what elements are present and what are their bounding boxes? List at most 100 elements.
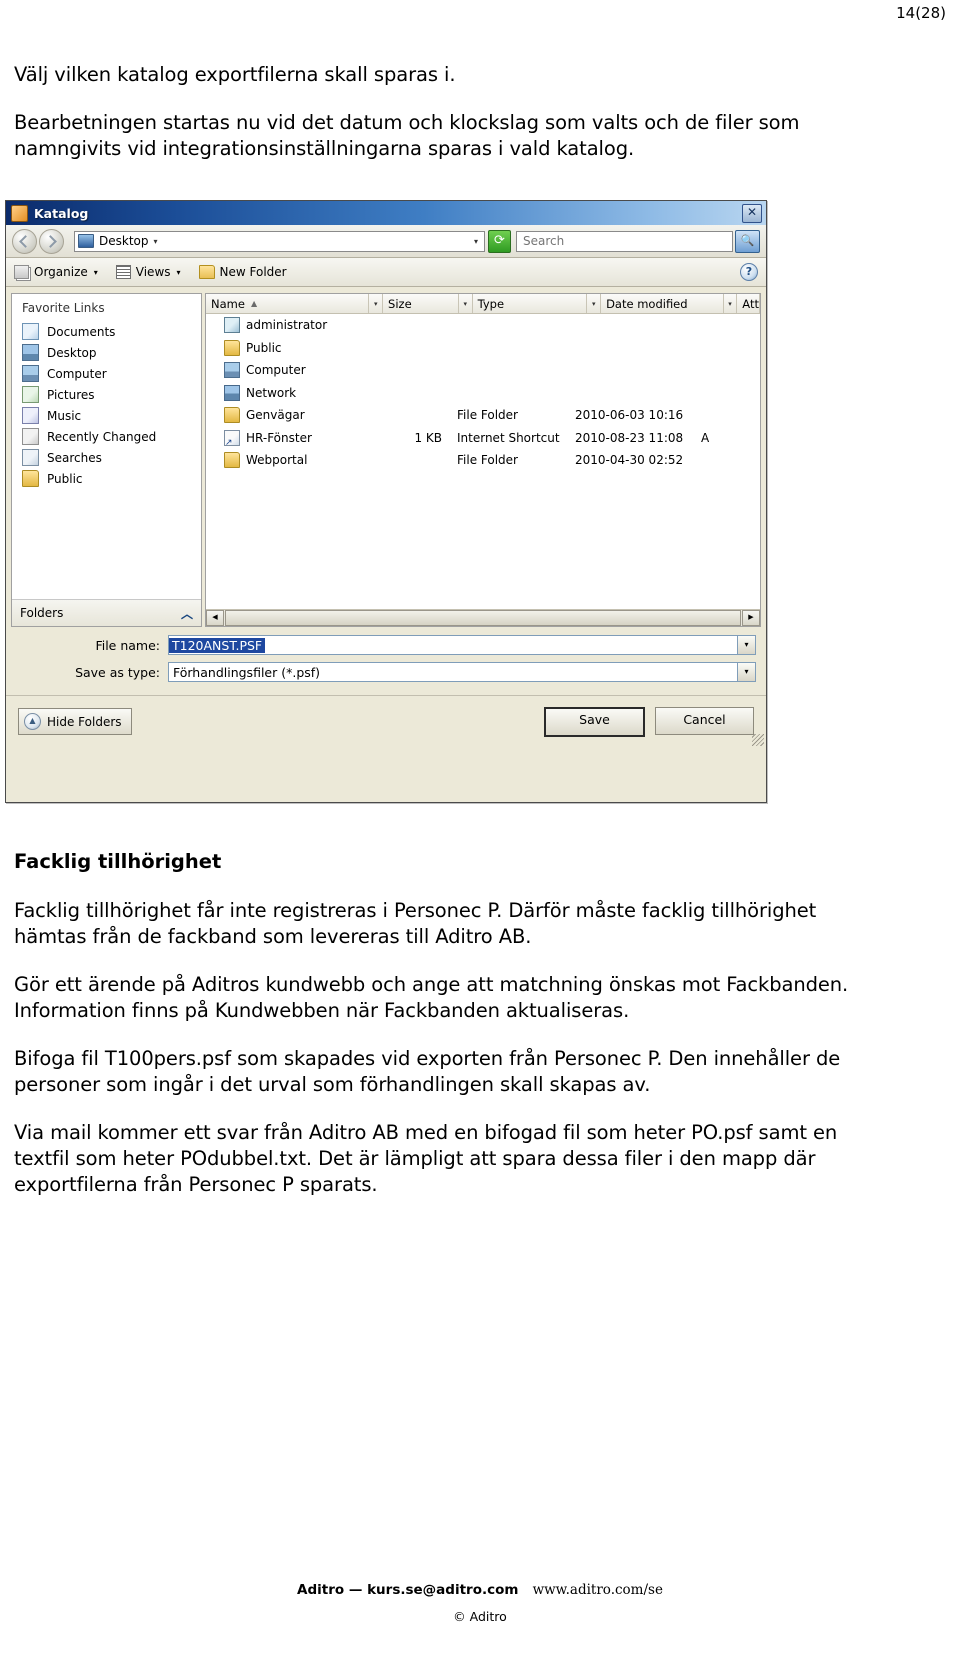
- table-row[interactable]: Network: [206, 382, 760, 405]
- search-folder-icon: [22, 449, 39, 466]
- resize-grip[interactable]: [752, 734, 764, 746]
- pictures-icon: [22, 386, 39, 403]
- file-type: Internet Shortcut: [457, 430, 560, 445]
- organize-button[interactable]: Organize ▾: [14, 265, 98, 279]
- column-header-type[interactable]: Type: [473, 294, 588, 313]
- file-name-input[interactable]: T120ANST.PSF: [168, 635, 738, 655]
- new-folder-button[interactable]: New Folder: [198, 265, 287, 279]
- favorites-title: Favorite Links: [22, 301, 105, 315]
- save-as-type-select[interactable]: Förhandlingsfiler (*.psf): [168, 662, 738, 682]
- column-header-size[interactable]: Size: [383, 294, 459, 313]
- new-folder-label: New Folder: [219, 265, 287, 279]
- file-date: 2010-06-03 10:16: [575, 408, 684, 423]
- views-button[interactable]: Views ▾: [115, 265, 181, 279]
- column-label: Att: [742, 296, 759, 311]
- chevron-down-icon[interactable]: ▾: [154, 237, 158, 246]
- sort-ascending-icon: ▲: [250, 299, 258, 308]
- table-row[interactable]: Genvägar File Folder 2010-06-03 10:16: [206, 404, 760, 427]
- footer-company: Aditro: [297, 1582, 345, 1598]
- folder-icon: [22, 470, 39, 487]
- column-header-name[interactable]: Name ▲: [206, 294, 370, 313]
- page-number: 14(28): [896, 4, 946, 22]
- back-button[interactable]: [12, 228, 37, 254]
- column-label: Date modified: [606, 296, 688, 311]
- column-filter-date-icon[interactable]: ▾: [723, 294, 738, 313]
- horizontal-scrollbar[interactable]: ◀ ▶: [206, 609, 760, 626]
- cancel-button[interactable]: Cancel: [655, 706, 754, 735]
- table-row[interactable]: Computer: [206, 359, 760, 382]
- address-bar[interactable]: Desktop ▾ ▾: [74, 230, 485, 252]
- search-input[interactable]: [521, 233, 728, 249]
- sidebar-item-label: Music: [47, 408, 82, 423]
- column-header-attributes[interactable]: Att: [737, 294, 760, 313]
- dialog-action-buttons: Save Cancel: [544, 706, 754, 737]
- recent-icon: [22, 428, 39, 445]
- sidebar-item-music[interactable]: Music: [12, 405, 201, 426]
- desktop-icon: [22, 344, 39, 361]
- file-date: 2010-04-30 02:52: [575, 453, 684, 468]
- file-name-row: File name: T120ANST.PSF ▾: [16, 635, 756, 655]
- file-list-header: Name ▲ ▾ Size ▾ Type ▾ Date modified ▾ A…: [206, 294, 760, 314]
- column-label: Size: [388, 296, 412, 311]
- sidebar-item-label: Documents: [47, 324, 116, 339]
- dialog-footer: ▲ Hide Folders Save Cancel: [6, 695, 766, 747]
- folder-icon: [224, 407, 240, 424]
- file-size: 1 KB: [414, 430, 442, 445]
- sidebar-item-label: Searches: [47, 450, 102, 465]
- table-row[interactable]: Public: [206, 337, 760, 360]
- sidebar-item-documents[interactable]: Documents: [12, 321, 201, 342]
- file-name: Computer: [246, 363, 306, 378]
- scrollbar-thumb[interactable]: [225, 610, 741, 626]
- search-box[interactable]: [516, 230, 733, 252]
- scroll-right-icon[interactable]: ▶: [742, 610, 760, 626]
- views-label: Views: [135, 265, 171, 279]
- scroll-left-icon[interactable]: ◀: [206, 610, 224, 626]
- file-name: Genvägar: [246, 408, 305, 423]
- table-row[interactable]: administrator: [206, 314, 760, 337]
- views-icon: [115, 265, 131, 279]
- folders-toggle[interactable]: Folders ︿: [12, 599, 201, 626]
- network-icon: [224, 384, 240, 401]
- save-as-type-row: Save as type: Förhandlingsfiler (*.psf) …: [16, 662, 756, 682]
- address-dropdown-icon[interactable]: ▾: [474, 237, 481, 246]
- sidebar-item-pictures[interactable]: Pictures: [12, 384, 201, 405]
- file-name-value: T120ANST.PSF: [169, 637, 266, 653]
- address-value: Desktop: [99, 234, 149, 248]
- save-as-type-dropdown-icon[interactable]: ▾: [738, 662, 756, 682]
- sidebar-item-recently-changed[interactable]: Recently Changed: [12, 426, 201, 447]
- file-name-dropdown-icon[interactable]: ▾: [738, 635, 756, 655]
- intro-paragraph-1: Välj vilken katalog exportfilerna skall …: [14, 63, 456, 86]
- section-heading: Facklig tillhörighet: [14, 850, 222, 873]
- close-icon[interactable]: ✕: [742, 204, 762, 223]
- folder-icon: [224, 452, 240, 469]
- forward-button[interactable]: [39, 228, 64, 254]
- hide-folders-button[interactable]: ▲ Hide Folders: [18, 708, 132, 735]
- file-name: Public: [246, 340, 282, 355]
- dialog-title: Katalog: [34, 205, 89, 221]
- column-filter-name-icon[interactable]: ▾: [369, 294, 384, 313]
- refresh-icon[interactable]: ⟳: [488, 229, 511, 253]
- shortcut-icon: [224, 429, 240, 446]
- file-name: Webportal: [246, 453, 308, 468]
- help-icon[interactable]: ?: [740, 263, 758, 281]
- sidebar-item-searches[interactable]: Searches: [12, 447, 201, 468]
- search-icon[interactable]: 🔍: [735, 229, 760, 253]
- save-as-type-value: Förhandlingsfiler (*.psf): [173, 664, 321, 680]
- file-list-pane: Name ▲ ▾ Size ▾ Type ▾ Date modified ▾ A…: [205, 293, 761, 627]
- chevron-down-icon: ▾: [93, 267, 98, 277]
- footer-dash: —: [348, 1582, 363, 1598]
- dialog-body: Favorite Links Documents Desktop Compute…: [6, 287, 766, 627]
- sidebar-item-public[interactable]: Public: [12, 468, 201, 489]
- table-row[interactable]: HR-Fönster 1 KB Internet Shortcut 2010-0…: [206, 427, 760, 450]
- column-filter-size-icon[interactable]: ▾: [458, 294, 473, 313]
- sidebar-item-computer[interactable]: Computer: [12, 363, 201, 384]
- app-icon: [11, 204, 28, 222]
- column-label: Name: [211, 296, 245, 311]
- table-row[interactable]: Webportal File Folder 2010-04-30 02:52: [206, 449, 760, 472]
- favorites-list: Documents Desktop Computer Pictures Musi…: [12, 321, 201, 599]
- column-filter-type-icon[interactable]: ▾: [587, 294, 602, 313]
- column-header-date-modified[interactable]: Date modified: [601, 294, 724, 313]
- sidebar-item-label: Desktop: [47, 345, 97, 360]
- sidebar-item-desktop[interactable]: Desktop: [12, 342, 201, 363]
- save-button[interactable]: Save: [544, 706, 645, 737]
